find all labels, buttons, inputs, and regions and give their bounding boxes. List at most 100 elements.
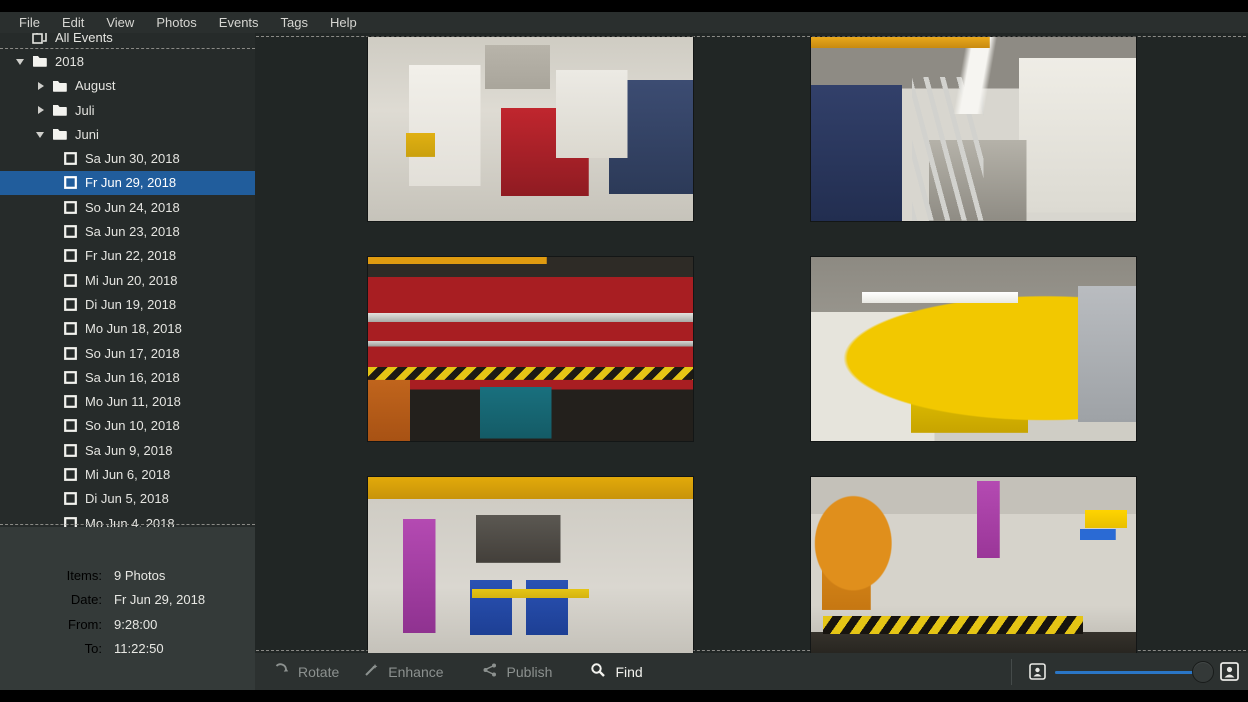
sidebar-item-label: Fr Jun 29, 2018	[85, 175, 176, 190]
sidebar-item-jun-29-selected[interactable]: Fr Jun 29, 2018	[0, 171, 255, 195]
sidebar-item-jun-11[interactable]: Mo Jun 11, 2018	[0, 389, 255, 413]
screen-bezel-bottom	[0, 690, 1248, 702]
enhance-label: Enhance	[388, 664, 443, 680]
sidebar-item-august[interactable]: August	[0, 74, 255, 98]
sidebar-item-jun-23[interactable]: Sa Jun 23, 2018	[0, 219, 255, 243]
info-row-from: From: 9:28:00	[0, 612, 255, 637]
event-date-icon	[64, 249, 77, 262]
event-date-icon	[64, 492, 77, 505]
event-date-icon	[64, 395, 77, 408]
enhance-button[interactable]: Enhance	[351, 662, 455, 681]
event-date-icon	[64, 517, 77, 527]
folder-icon	[32, 55, 47, 67]
zoom-slider-fill	[1055, 671, 1203, 674]
menu-tags[interactable]: Tags	[270, 15, 319, 30]
photo-thumbnail-4[interactable]	[811, 257, 1136, 441]
sidebar-item-label: Fr Jun 22, 2018	[85, 248, 176, 263]
menubar: File Edit View Photos Events Tags Help	[0, 12, 1248, 33]
event-date-icon	[64, 225, 77, 238]
sidebar-item-2018[interactable]: 2018	[0, 49, 255, 73]
sidebar-item-jun-10[interactable]: So Jun 10, 2018	[0, 414, 255, 438]
chevron-expanded-icon[interactable]	[16, 56, 26, 66]
event-date-icon	[64, 371, 77, 384]
basic-info-panel: Items: 9 Photos Date: Fr Jun 29, 2018 Fr…	[0, 527, 255, 690]
info-row-date: Date: Fr Jun 29, 2018	[0, 588, 255, 613]
sidebar-item-jun-17[interactable]: So Jun 17, 2018	[0, 341, 255, 365]
folder-icon	[52, 104, 67, 116]
event-date-icon	[64, 468, 77, 481]
sidebar-item-jun-22[interactable]: Fr Jun 22, 2018	[0, 244, 255, 268]
event-date-icon	[64, 176, 77, 189]
sidebar-item-label: Mi Jun 6, 2018	[85, 467, 170, 482]
photo-thumbnail-2[interactable]	[811, 37, 1136, 221]
sidebar-item-all-events[interactable]: All Events	[0, 33, 255, 49]
info-row-to: To: 11:22:50	[0, 637, 255, 662]
info-row-items: Items: 9 Photos	[0, 563, 255, 588]
chevron-collapsed-icon[interactable]	[36, 81, 46, 91]
publish-label: Publish	[507, 664, 553, 680]
sidebar-item-jun-20[interactable]: Mi Jun 20, 2018	[0, 268, 255, 292]
info-value: 9:28:00	[114, 617, 157, 632]
bottom-toolbar: Rotate Enhance Publish Find	[255, 653, 1248, 690]
event-date-icon	[64, 444, 77, 457]
photo-thumbnail-1[interactable]	[368, 37, 693, 221]
sidebar-item-label: Mo Jun 18, 2018	[85, 321, 182, 336]
enhance-wand-icon	[363, 662, 379, 681]
publish-button[interactable]: Publish	[470, 662, 565, 681]
sidebar-item-label: Mi Jun 20, 2018	[85, 273, 178, 288]
find-button[interactable]: Find	[578, 662, 654, 681]
info-label: To:	[0, 641, 102, 656]
zoom-slider[interactable]	[1055, 662, 1211, 682]
info-value: 11:22:50	[114, 641, 164, 656]
event-date-icon	[64, 298, 77, 311]
sidebar-item-jun-9[interactable]: Sa Jun 9, 2018	[0, 438, 255, 462]
menu-file[interactable]: File	[8, 15, 51, 30]
sidebar-item-label: Di Jun 19, 2018	[85, 297, 176, 312]
sidebar-item-jun-30[interactable]: Sa Jun 30, 2018	[0, 146, 255, 170]
sidebar-item-label: All Events	[55, 33, 113, 45]
menu-view[interactable]: View	[95, 15, 145, 30]
info-label: Items:	[0, 568, 102, 583]
photo-grid	[255, 33, 1248, 653]
app-window: File Edit View Photos Events Tags Help A…	[0, 12, 1248, 690]
sidebar-item-jun-19[interactable]: Di Jun 19, 2018	[0, 292, 255, 316]
menu-photos[interactable]: Photos	[145, 15, 207, 30]
rotate-label: Rotate	[298, 664, 339, 680]
find-label: Find	[615, 664, 642, 680]
menu-events[interactable]: Events	[208, 15, 270, 30]
event-date-icon	[64, 274, 77, 287]
sidebar-item-jun-18[interactable]: Mo Jun 18, 2018	[0, 317, 255, 341]
zoom-slider-knob[interactable]	[1192, 661, 1214, 683]
info-value: Fr Jun 29, 2018	[114, 592, 205, 607]
folder-icon	[52, 80, 67, 92]
sidebar-item-label: Di Jun 5, 2018	[85, 491, 169, 506]
rotate-button[interactable]: Rotate	[261, 662, 351, 681]
sidebar-item-jun-24[interactable]: So Jun 24, 2018	[0, 195, 255, 219]
event-date-icon	[64, 152, 77, 165]
sidebar-item-label: So Jun 10, 2018	[85, 418, 180, 433]
photo-thumbnail-6[interactable]	[811, 477, 1136, 653]
menu-edit[interactable]: Edit	[51, 15, 95, 30]
sidebar-item-jun-6[interactable]: Mi Jun 6, 2018	[0, 462, 255, 486]
sidebar-item-label: Sa Jun 30, 2018	[85, 151, 180, 166]
sidebar-item-jun-5[interactable]: Di Jun 5, 2018	[0, 487, 255, 511]
menu-help[interactable]: Help	[319, 15, 368, 30]
sidebar-item-juli[interactable]: Juli	[0, 98, 255, 122]
event-date-icon	[64, 347, 77, 360]
sidebar-item-juni[interactable]: Juni	[0, 122, 255, 146]
chevron-expanded-icon[interactable]	[36, 129, 46, 139]
publish-share-icon	[482, 662, 498, 681]
chevron-collapsed-icon[interactable]	[36, 105, 46, 115]
event-date-icon	[64, 201, 77, 214]
sidebar-events-tree: All Events 2018 August	[0, 33, 255, 527]
sidebar-item-label: Juni	[75, 127, 99, 142]
sidebar-item-label: Sa Jun 16, 2018	[85, 370, 180, 385]
photo-large-icon	[1220, 662, 1239, 681]
sidebar-item-label: August	[75, 78, 115, 93]
photo-thumbnail-3[interactable]	[368, 257, 693, 441]
info-label: From:	[0, 617, 102, 632]
sidebar-item-jun-16[interactable]: Sa Jun 16, 2018	[0, 365, 255, 389]
sidebar-item-label: Mo Jun 4, 2018	[85, 516, 175, 527]
sidebar-item-label: Sa Jun 9, 2018	[85, 443, 172, 458]
photo-thumbnail-5[interactable]	[368, 477, 693, 653]
